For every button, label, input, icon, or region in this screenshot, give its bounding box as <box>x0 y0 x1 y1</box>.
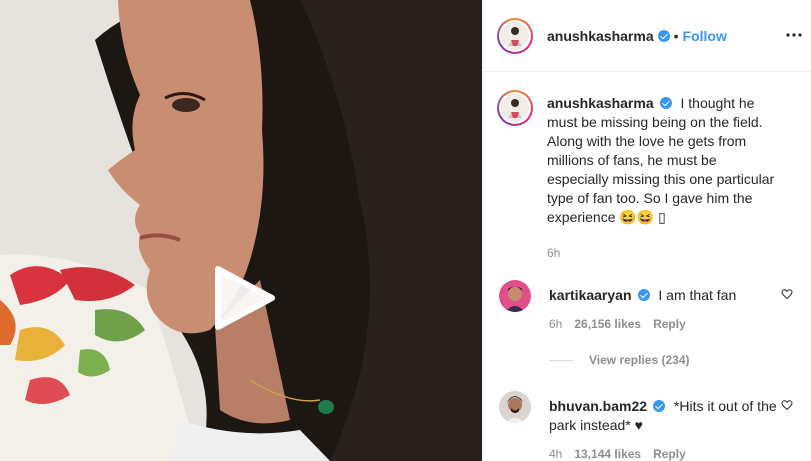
view-replies-button[interactable]: View replies (234) <box>549 353 797 367</box>
post-video[interactable] <box>0 0 482 461</box>
verified-badge-icon <box>657 29 670 42</box>
commenter-avatar[interactable] <box>499 280 531 312</box>
view-replies-label: View replies (234) <box>589 353 690 367</box>
author-username[interactable]: anushkasharma <box>547 28 654 44</box>
verified-badge-icon <box>653 400 666 412</box>
caption-text-block: anushkasharma I thought he must be missi… <box>547 94 779 227</box>
post-header: anushkasharma • Follow <box>483 0 811 72</box>
reply-button[interactable]: Reply <box>653 317 686 331</box>
view-replies-divider <box>549 359 573 361</box>
comment-likes[interactable]: 26,156 likes <box>574 317 641 331</box>
comment-item: kartikaaryan I am that fan 6h 26,156 lik… <box>497 280 797 331</box>
heart-icon[interactable] <box>781 399 793 411</box>
author-avatar-image <box>501 21 529 50</box>
caption-timestamp[interactable]: 6h <box>547 246 560 260</box>
separator-dot: • <box>673 27 679 44</box>
video-frame-image <box>0 0 482 461</box>
play-button[interactable] <box>212 265 276 331</box>
commenter-username[interactable]: bhuvan.bam22 <box>549 398 647 414</box>
comment-likes[interactable]: 13,144 likes <box>574 447 641 461</box>
verified-badge-icon <box>659 97 672 109</box>
verified-badge-icon <box>637 289 650 301</box>
more-options-icon[interactable] <box>785 28 803 42</box>
commenter-avatar-image <box>499 280 531 312</box>
caption-text: I thought he must be missing being on th… <box>547 95 775 225</box>
caption-username[interactable]: anushkasharma <box>547 95 654 111</box>
comments-section: anushkasharma I thought he must be missi… <box>483 72 811 461</box>
commenter-avatar-image <box>499 391 531 423</box>
play-icon <box>215 266 275 330</box>
commenter-avatar[interactable] <box>499 391 531 423</box>
comment-item: bhuvan.bam22 *Hits it out of the park in… <box>497 391 797 461</box>
commenter-username[interactable]: kartikaaryan <box>549 287 632 303</box>
comment-timestamp[interactable]: 4h <box>549 447 562 461</box>
caption-unrendered-glyph: ▯ <box>658 209 666 225</box>
author-avatar[interactable] <box>497 17 533 54</box>
caption-avatar-image <box>501 94 529 122</box>
post-info-panel: anushkasharma • Follow anushkasharma I t… <box>482 0 811 461</box>
caption-author-avatar[interactable] <box>497 90 533 126</box>
comment-text: I am that fan <box>658 287 737 303</box>
follow-button[interactable]: Follow <box>683 28 727 44</box>
reply-button[interactable]: Reply <box>653 447 686 461</box>
caption: anushkasharma I thought he must be missi… <box>497 90 797 260</box>
heart-icon[interactable] <box>781 288 793 300</box>
comment-timestamp[interactable]: 6h <box>549 317 562 331</box>
